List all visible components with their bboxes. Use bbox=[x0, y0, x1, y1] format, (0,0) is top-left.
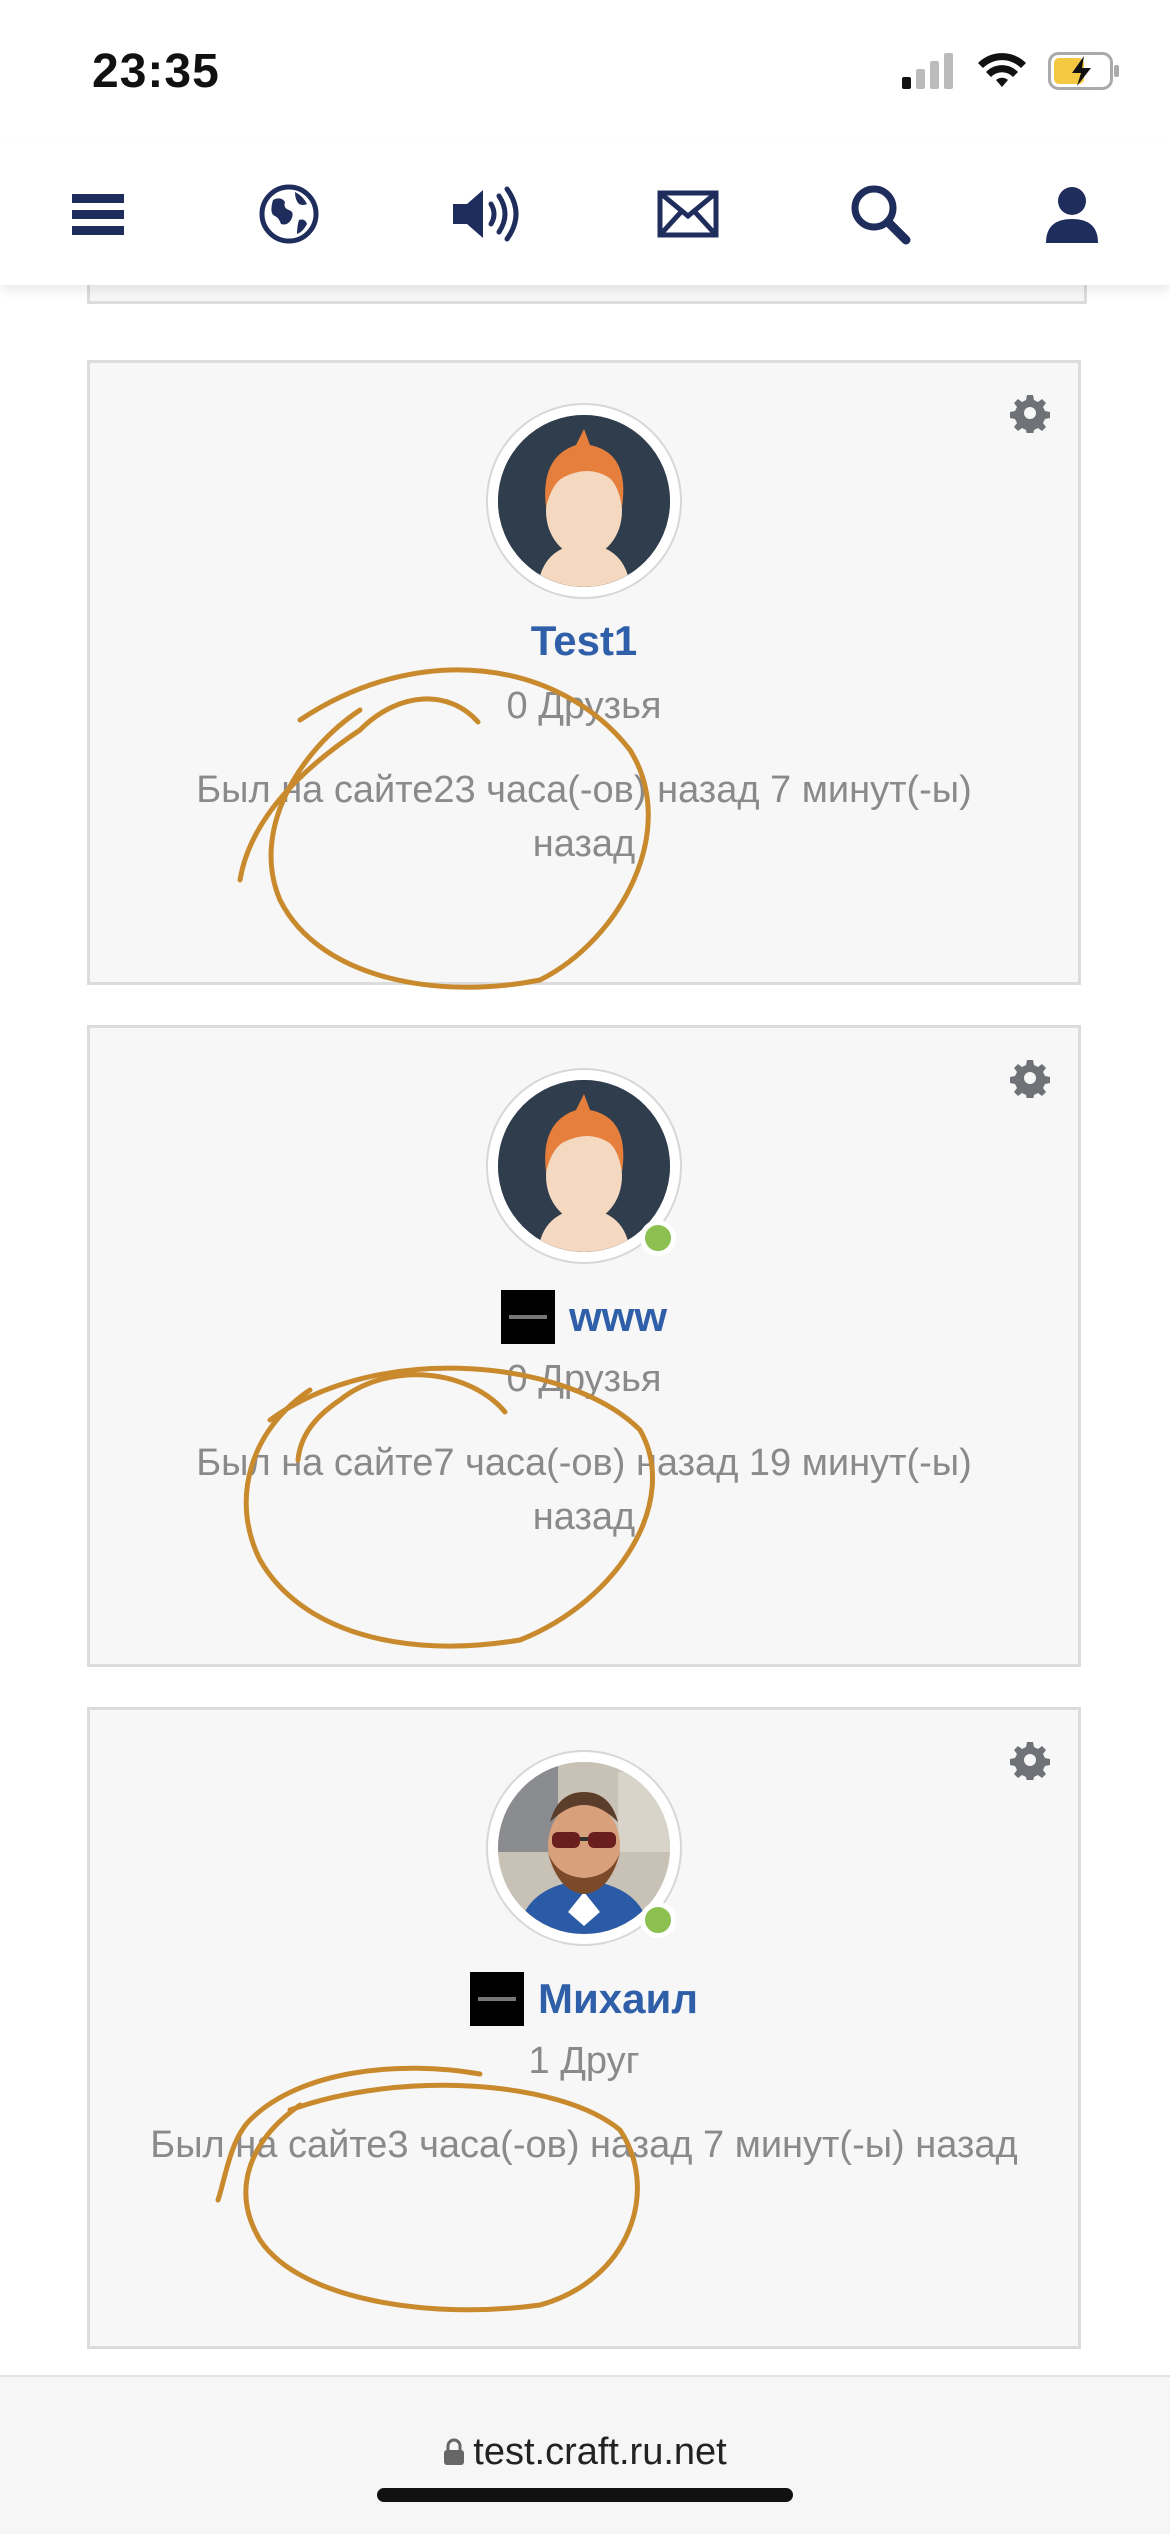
member-card: Михаил 1 Друг Был на сайте3 часа(-ов) на… bbox=[87, 1707, 1081, 2349]
avatar[interactable] bbox=[488, 1070, 680, 1262]
gear-icon[interactable] bbox=[1010, 1058, 1050, 1098]
search-icon bbox=[851, 185, 911, 245]
member-name[interactable]: Михаил bbox=[538, 1975, 698, 2023]
url-row[interactable]: test.craft.ru.net bbox=[0, 2431, 1170, 2474]
members-list: Test1 0 Друзья Был на сайте23 часа(-ов) … bbox=[0, 285, 1170, 2375]
search-button[interactable] bbox=[842, 176, 918, 252]
url-text: test.craft.ru.net bbox=[473, 2431, 727, 2473]
last-seen-text: Был на сайте3 часа(-ов) назад 7 минут(-ы… bbox=[150, 2124, 1018, 2166]
member-name-row: www bbox=[90, 1290, 1078, 1344]
default-avatar-icon bbox=[498, 415, 670, 587]
signal-icon bbox=[902, 53, 953, 89]
battery-icon bbox=[1048, 52, 1119, 90]
member-name[interactable]: Test1 bbox=[531, 617, 638, 665]
profile-button[interactable] bbox=[1034, 176, 1110, 252]
status-bar: 23:35 bbox=[0, 0, 1170, 140]
user-icon bbox=[1046, 187, 1098, 243]
avatar[interactable] bbox=[488, 1752, 680, 1944]
globe-icon bbox=[259, 184, 319, 244]
friends-count[interactable]: 1 Друг bbox=[90, 2040, 1078, 2083]
status-icons bbox=[902, 52, 1120, 90]
mail-icon bbox=[657, 190, 719, 238]
mail-button[interactable] bbox=[650, 176, 726, 252]
home-indicator[interactable] bbox=[377, 2488, 793, 2502]
last-seen-text: Был на сайте7 часа(-ов) назад 19 минут(-… bbox=[196, 1442, 972, 1538]
last-seen-text: Был на сайте23 часа(-ов) назад 7 минут(-… bbox=[196, 769, 972, 865]
top-nav-bar bbox=[0, 140, 1170, 285]
member-name-row: Михаил bbox=[90, 1972, 1078, 2026]
speaker-button[interactable] bbox=[447, 176, 523, 252]
avatar[interactable] bbox=[488, 405, 680, 597]
speaker-icon bbox=[453, 186, 519, 242]
member-name[interactable]: www bbox=[569, 1293, 667, 1341]
menu-icon bbox=[72, 194, 124, 235]
member-name-row: Test1 bbox=[90, 617, 1078, 665]
previous-card-edge bbox=[87, 285, 1087, 304]
friends-count[interactable]: 0 Друзья bbox=[90, 685, 1078, 728]
rank-badge-icon bbox=[500, 1290, 555, 1344]
status-time: 23:35 bbox=[92, 45, 220, 98]
lock-icon bbox=[444, 2438, 465, 2465]
browser-address-bar[interactable]: test.craft.ru.net bbox=[0, 2375, 1170, 2534]
gear-icon[interactable] bbox=[1010, 393, 1050, 433]
wifi-icon bbox=[978, 53, 1026, 87]
member-card: Test1 0 Друзья Был на сайте23 часа(-ов) … bbox=[87, 360, 1081, 985]
rank-badge-icon bbox=[469, 1972, 524, 2026]
globe-button[interactable] bbox=[251, 176, 327, 252]
friends-count[interactable]: 0 Друзья bbox=[90, 1358, 1078, 1401]
member-card: www 0 Друзья Был на сайте7 часа(-ов) наз… bbox=[87, 1025, 1081, 1667]
gear-icon[interactable] bbox=[1010, 1740, 1050, 1780]
online-status-dot bbox=[640, 1220, 676, 1256]
menu-button[interactable] bbox=[60, 176, 136, 252]
online-status-dot bbox=[640, 1902, 676, 1938]
